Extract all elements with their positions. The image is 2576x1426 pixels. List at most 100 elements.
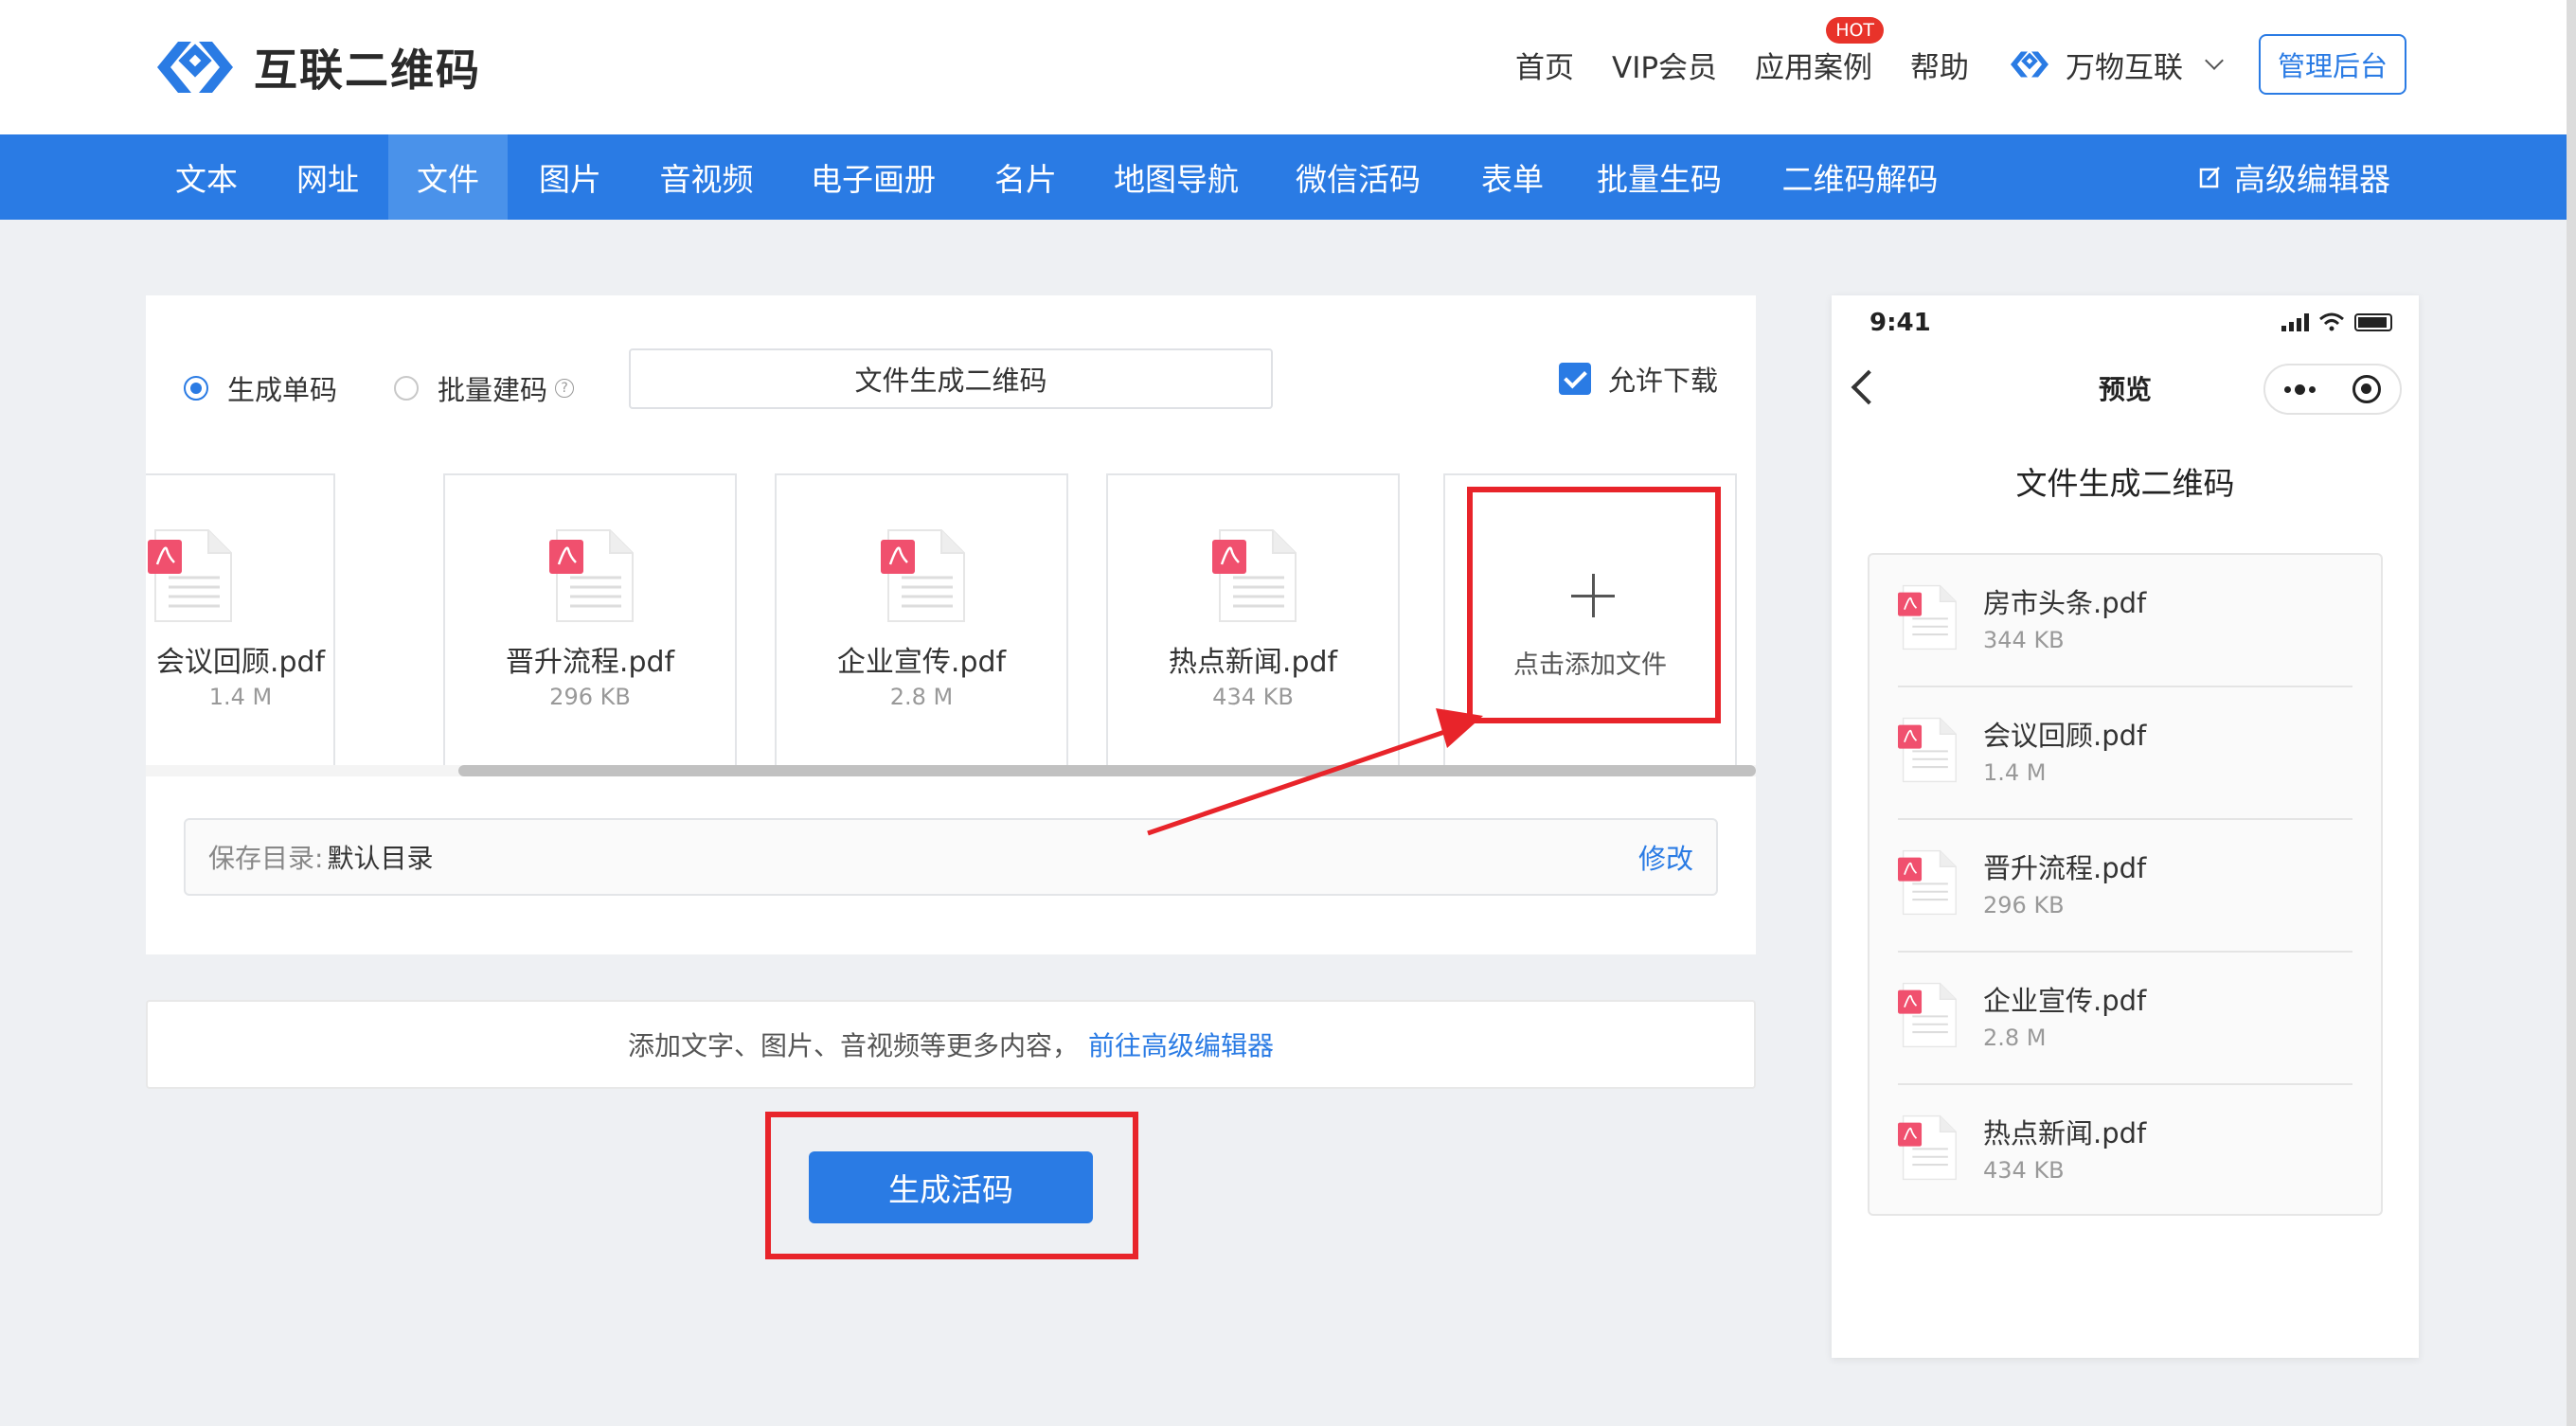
edit-icon [2199, 167, 2220, 188]
pdf-icon [549, 529, 634, 622]
advanced-editor-label: 高级编辑器 [2234, 161, 2390, 198]
radio-batch-label[interactable]: 批量建码 [438, 368, 547, 408]
top-header: 互联二维码 首页 VIP会员 应用案例 HOT 帮助 万物互联 管理后台 [0, 0, 2567, 134]
page-scrollbar[interactable] [2567, 0, 2576, 1426]
mode-options: 生成单码 批量建码 ? [184, 352, 575, 424]
title-input[interactable]: 文件生成二维码 [629, 348, 1273, 409]
modify-link[interactable]: 修改 [1638, 837, 1693, 877]
file-name: 晋升流程.pdf [505, 646, 675, 679]
mini-program-capsule[interactable] [2263, 364, 2402, 415]
file-size: 296 KB [549, 684, 631, 710]
nav-help[interactable]: 帮助 [1910, 44, 1969, 86]
preview-heading: 文件生成二维码 [2015, 465, 2235, 502]
list-item[interactable]: 晋升流程.pdf 296 KB [1898, 820, 2352, 953]
tab-decode[interactable]: 二维码解码 [1775, 134, 1945, 220]
tab-file[interactable]: 文件 [388, 134, 508, 220]
pdf-icon [881, 529, 965, 622]
file-card[interactable]: 企业宣传.pdf 2.8 M [775, 473, 1068, 767]
file-size: 1.4 M [208, 684, 273, 710]
iot-menu[interactable]: 万物互联 [2007, 44, 2224, 86]
allow-download-checkbox[interactable] [1558, 363, 1591, 395]
save-dir-value: 默认目录 [327, 843, 434, 874]
signal-icon [2281, 312, 2309, 331]
pdf-icon [1898, 849, 1957, 916]
tab-form[interactable]: 表单 [1470, 134, 1555, 220]
chevron-down-icon [2205, 51, 2224, 70]
allow-download-label: 允许下载 [1607, 365, 1718, 397]
nav-vip[interactable]: VIP会员 [1612, 44, 1717, 86]
list-item[interactable]: 企业宣传.pdf 2.8 M [1898, 953, 2352, 1085]
file-card[interactable]: 晋升流程.pdf 296 KB [443, 473, 737, 767]
tab-url[interactable]: 网址 [284, 134, 371, 220]
file-name: 会议回顾.pdf [155, 646, 326, 679]
highlight-box-add-file [1467, 487, 1721, 723]
preview-file-name: 晋升流程.pdf [1983, 852, 2147, 884]
preview-file-size: 1.4 M [1983, 759, 2047, 786]
list-item[interactable]: 热点新闻.pdf 434 KB [1898, 1085, 2352, 1218]
iot-menu-label: 万物互联 [2066, 50, 2184, 85]
hint-text: 添加文字、图片、音视频等更多内容， [627, 1030, 1079, 1061]
nav-home[interactable]: 首页 [1515, 44, 1574, 86]
preview-file-size: 434 KB [1983, 1157, 2065, 1184]
preview-file-size: 296 KB [1983, 892, 2065, 918]
tab-wechat-code[interactable]: 微信活码 [1292, 134, 1424, 220]
file-name: 企业宣传.pdf [836, 646, 1007, 679]
tab-batch[interactable]: 批量生码 [1593, 134, 1726, 220]
pdf-icon [1898, 1114, 1957, 1181]
preview-file-name: 热点新闻.pdf [1983, 1117, 2147, 1150]
mobile-preview: 9:41 预览 文件生成二维码 房市头条.pdf 344 KB 会议回顾.pdf… [1832, 295, 2419, 1358]
tab-business-card[interactable]: 名片 [983, 134, 1068, 220]
tab-map-nav[interactable]: 地图导航 [1110, 134, 1243, 220]
radio-batch[interactable] [394, 376, 420, 401]
tab-text[interactable]: 文本 [167, 134, 246, 220]
preview-file-name: 房市头条.pdf [1983, 587, 2147, 619]
pdf-icon [1898, 982, 1957, 1048]
wifi-icon [2319, 312, 2344, 331]
pdf-icon [1898, 584, 1957, 651]
preview-file-list: 房市头条.pdf 344 KB 会议回顾.pdf 1.4 M 晋升流程.pdf … [1868, 553, 2383, 1216]
more-icon[interactable] [2283, 383, 2316, 395]
advanced-editor-hint-link[interactable]: 前往高级编辑器 [1088, 1025, 1274, 1063]
file-card[interactable]: 会议回顾.pdf 1.4 M [146, 473, 335, 767]
category-nav: 文本 网址 文件 图片 音视频 电子画册 名片 地图导航 微信活码 表单 批量生… [0, 134, 2567, 220]
close-target-icon[interactable] [2352, 375, 2382, 403]
iot-logo-icon [2011, 51, 2049, 78]
hot-badge: HOT [1826, 16, 1885, 44]
top-nav: 首页 VIP会员 应用案例 HOT 帮助 万物互联 管理后台 [1515, 16, 2407, 95]
radio-single-label[interactable]: 生成单码 [227, 368, 337, 408]
battery-icon [2354, 312, 2392, 331]
file-size: 2.8 M [889, 684, 954, 710]
highlight-box-generate [765, 1112, 1138, 1259]
file-size: 434 KB [1212, 684, 1294, 710]
list-item[interactable]: 会议回顾.pdf 1.4 M [1898, 687, 2352, 820]
preview-file-size: 344 KB [1983, 627, 2065, 653]
logo-text: 互联二维码 [254, 45, 481, 96]
tab-audio-video[interactable]: 音视频 [650, 134, 763, 220]
advanced-editor-link[interactable]: 高级编辑器 [2198, 134, 2390, 220]
allow-download-option[interactable]: 允许下载 [1558, 356, 1718, 401]
advanced-editor-hint: 添加文字、图片、音视频等更多内容， 前往高级编辑器 [146, 1000, 1756, 1089]
logo-icon [157, 42, 233, 93]
preview-file-name: 会议回顾.pdf [1983, 720, 2147, 752]
file-name: 热点新闻.pdf [1168, 646, 1338, 679]
list-item[interactable]: 房市头条.pdf 344 KB [1898, 555, 2352, 687]
status-icons [2281, 312, 2392, 331]
nav-cases[interactable]: 应用案例 HOT [1755, 16, 1885, 86]
save-directory: 保存目录: 默认目录 修改 [184, 818, 1718, 896]
radio-single[interactable] [184, 376, 208, 401]
pdf-icon [1898, 717, 1957, 783]
preview-file-size: 2.8 M [1983, 1025, 2047, 1051]
tab-image[interactable]: 图片 [527, 134, 614, 220]
file-list-scroll-thumb[interactable] [458, 765, 1756, 776]
help-icon[interactable]: ? [555, 379, 575, 398]
pdf-icon [1212, 529, 1297, 622]
file-card[interactable]: 热点新闻.pdf 434 KB [1106, 473, 1400, 767]
preview-file-name: 企业宣传.pdf [1983, 985, 2147, 1017]
logo[interactable]: 互联二维码 [150, 27, 481, 108]
tab-e-album[interactable]: 电子画册 [807, 134, 939, 220]
pdf-icon [148, 529, 232, 622]
admin-button[interactable]: 管理后台 [2259, 34, 2407, 95]
status-time: 9:41 [1869, 309, 1931, 337]
nav-cases-label: 应用案例 [1755, 50, 1873, 85]
save-dir-label: 保存目录: [208, 843, 324, 874]
